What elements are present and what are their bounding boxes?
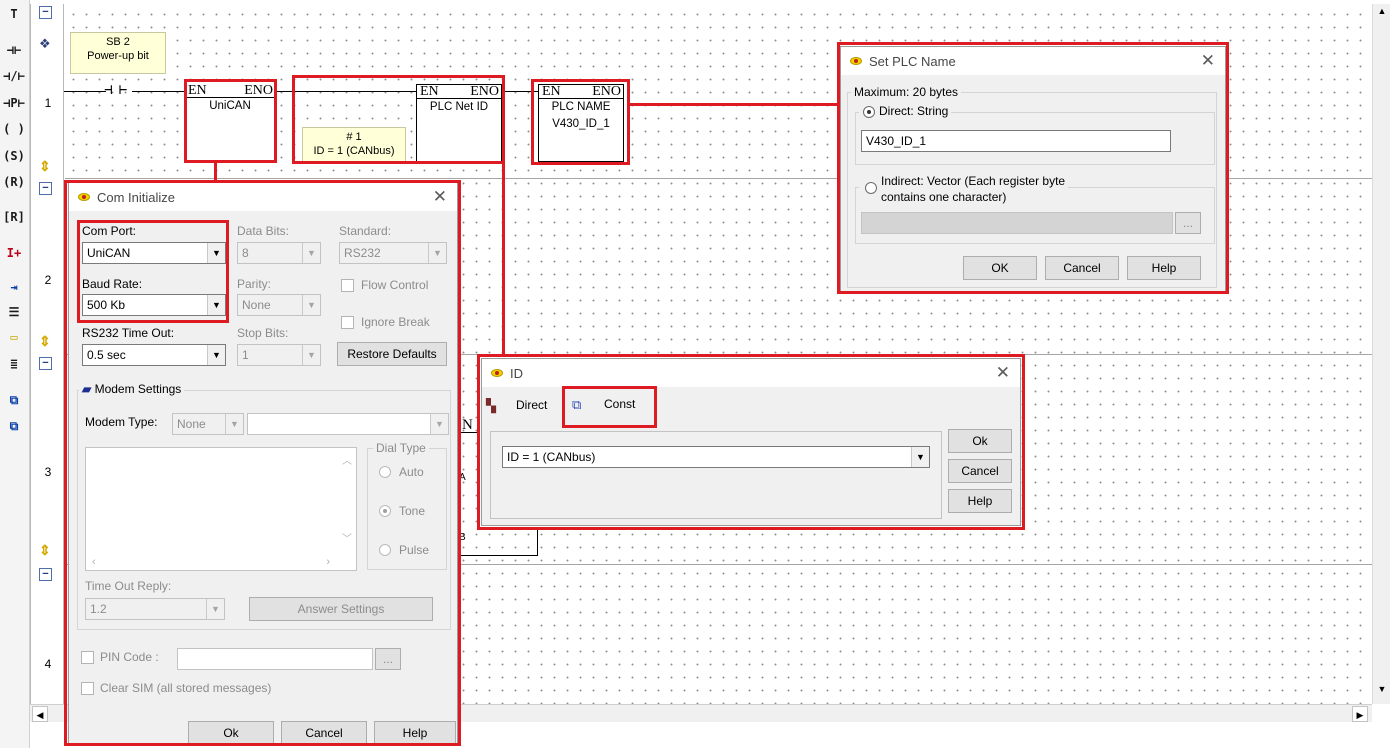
move-rung-icon[interactable]: ⇕ — [39, 158, 51, 174]
move-rung-icon[interactable]: ⇕ — [39, 542, 51, 558]
sb2-operand-note[interactable]: SB 2 Power-up bit — [70, 32, 166, 74]
collapse-rung-1-icon[interactable]: − — [39, 6, 52, 19]
rung-number-4: 4 — [44, 657, 52, 671]
reset-coil-icon[interactable]: (R) — [3, 172, 25, 192]
vertical-scrollbar[interactable]: ▲ ▼ — [1372, 4, 1390, 704]
rung-wire — [537, 527, 538, 556]
collapse-rung-2-icon[interactable]: − — [39, 182, 52, 195]
port-baud-highlight — [77, 220, 229, 323]
wire-tool-icon[interactable]: T — [3, 4, 25, 24]
sb2-contact[interactable]: ⊣ ⊢ — [104, 82, 127, 98]
comment-icon[interactable]: ▭ — [3, 327, 25, 347]
coil-icon[interactable]: ( ) — [3, 119, 25, 139]
compare-icon[interactable]: ☰ — [3, 302, 25, 322]
list-icon[interactable]: ≣ — [3, 354, 25, 374]
store-icon[interactable]: ⇥ — [3, 277, 25, 297]
contact-no-icon[interactable]: ⊣⊢ — [3, 40, 25, 60]
rung-number-1: 1 — [44, 96, 52, 110]
note-line: SB 2 — [106, 36, 130, 48]
rung-number-2: 2 — [44, 273, 52, 287]
net-id-highlight — [292, 75, 505, 164]
unican-highlight — [184, 79, 277, 163]
connector-line — [630, 103, 837, 106]
set-coil-icon[interactable]: (S) — [3, 146, 25, 166]
scroll-down-icon[interactable]: ▼ — [1375, 684, 1389, 694]
collapse-rung-4-icon[interactable]: − — [39, 568, 52, 581]
rung-wire — [132, 91, 184, 92]
connector-line — [502, 163, 505, 355]
increment-icon[interactable]: I+ — [3, 243, 25, 263]
id-dialog-highlight — [477, 354, 1025, 530]
scroll-left-icon[interactable]: ◀ — [32, 706, 48, 722]
connector-line — [214, 163, 217, 181]
subroutine-icon[interactable]: ❖ — [39, 36, 51, 52]
move-rung-icon[interactable]: ⇕ — [39, 333, 51, 349]
rung-wire — [460, 432, 478, 433]
plc-name-highlight — [531, 79, 630, 165]
scroll-right-icon[interactable]: ▶ — [1352, 706, 1368, 722]
multi-copy-icon[interactable]: ⧉ — [3, 416, 25, 436]
rung-gutter: − ❖ 1 ⇕ − 2 ⇕ − 3 ⇕ − 4 — [31, 4, 64, 704]
set-plc-name-highlight — [837, 42, 1229, 294]
rung-number-3: 3 — [44, 465, 52, 479]
rung-wire — [460, 555, 538, 556]
instruction-toolbar: T ⊣⊢ ⊣/⊢ ⊣P⊢ ( ) (S) (R) [R] I+ ⇥ ☰ ▭ ≣ … — [0, 0, 30, 748]
contact-p-icon[interactable]: ⊣P⊢ — [3, 93, 25, 113]
const-tab-highlight — [562, 386, 657, 428]
rung-wire — [64, 91, 106, 92]
contact-nc-icon[interactable]: ⊣/⊢ — [3, 66, 25, 86]
reset-block-icon[interactable]: [R] — [3, 207, 25, 227]
scroll-up-icon[interactable]: ▲ — [1375, 6, 1389, 16]
note-line: Power-up bit — [87, 50, 149, 62]
collapse-rung-3-icon[interactable]: − — [39, 357, 52, 370]
copy-icon[interactable]: ⧉ — [3, 390, 25, 410]
